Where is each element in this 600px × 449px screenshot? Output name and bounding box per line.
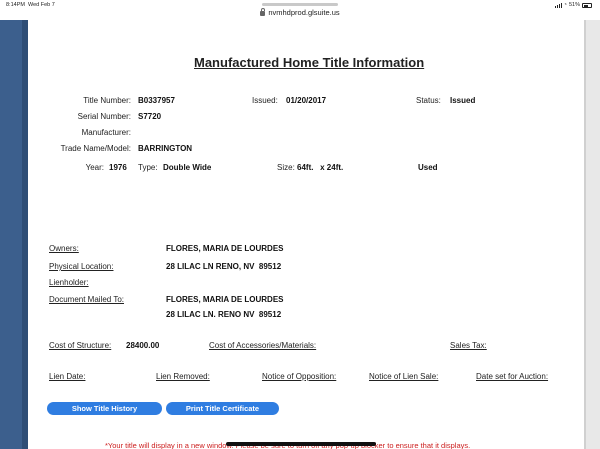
print-title-certificate-button[interactable]: Print Title Certificate (166, 402, 279, 415)
sales-tax-label: Sales Tax: (450, 341, 487, 350)
cost-of-accessories-label: Cost of Accessories/Materials: (209, 341, 317, 350)
page-left-border (0, 20, 28, 449)
lienholder-label: Lienholder: (49, 278, 89, 287)
issued-value: 01/20/2017 (286, 96, 327, 105)
document-mailed-label: Document Mailed To: (49, 295, 124, 304)
url-bar[interactable]: nvmhdprod.glsuite.us (0, 6, 600, 19)
status-value: Issued (450, 96, 476, 105)
url-text: nvmhdprod.glsuite.us (268, 8, 340, 17)
year-value: 1976 (109, 163, 127, 172)
manufacturer-label: Manufacturer: (81, 128, 131, 137)
size-value: 64ft. x 24ft. (297, 163, 344, 172)
notice-of-lien-sale-label: Notice of Lien Sale: (369, 372, 439, 381)
status-label: Status: (416, 96, 441, 105)
serial-number-value: S7720 (138, 112, 162, 121)
owners-value: FLORES, MARIA DE LOURDES (166, 244, 284, 253)
type-label: Type: (138, 163, 158, 172)
size-label: Size: (277, 163, 295, 172)
page-title: Manufactured Home Title Information (194, 55, 425, 70)
show-title-history-button[interactable]: Show Title History (47, 402, 162, 415)
condition-value: Used (418, 163, 438, 172)
page-right-border (584, 20, 600, 449)
physical-location-label: Physical Location: (49, 262, 114, 271)
mailed-name-value: FLORES, MARIA DE LOURDES (166, 295, 284, 304)
year-label: Year: (85, 163, 104, 172)
title-number-label: Title Number: (83, 96, 131, 105)
auction-date-label: Date set for Auction: (476, 372, 549, 381)
home-indicator[interactable] (226, 442, 376, 446)
lien-date-label: Lien Date: (49, 372, 86, 381)
serial-number-label: Serial Number: (77, 112, 131, 121)
trade-name-label: Trade Name/Model: (60, 144, 131, 153)
lock-icon (260, 8, 266, 16)
lien-removed-label: Lien Removed: (156, 372, 210, 381)
mailed-address-value: 28 LILAC LN. RENO NV 89512 (166, 310, 282, 319)
type-value: Double Wide (163, 163, 212, 172)
trade-name-value: BARRINGTON (138, 144, 193, 153)
notice-of-opposition-label: Notice of Opposition: (262, 372, 337, 381)
issued-label: Issued: (252, 96, 278, 105)
physical-location-value: 28 LILAC LN RENO, NV 89512 (166, 262, 282, 271)
cost-of-structure-label: Cost of Structure: (49, 341, 112, 350)
owners-label: Owners: (49, 244, 79, 253)
cost-of-structure-value: 28400.00 (126, 341, 160, 350)
title-number-value: B0337957 (138, 96, 175, 105)
